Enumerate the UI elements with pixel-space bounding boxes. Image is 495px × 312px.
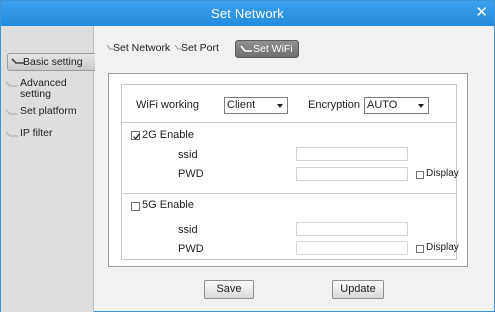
encryption-label: Encryption	[308, 99, 360, 111]
enable-2g-checkbox[interactable]	[131, 131, 140, 140]
tick-icon	[175, 45, 183, 50]
ssid-5g-input[interactable]	[296, 222, 408, 236]
display-5g-checkbox[interactable]	[416, 245, 424, 253]
ssid-5g-label: ssid	[178, 224, 198, 236]
wifi-working-label: WiFi working	[136, 99, 199, 111]
ssid-2g-input[interactable]	[296, 147, 408, 161]
set-network-dialog: Set Network ✕ Basic setting Advanced set…	[0, 0, 495, 312]
chevron-down-icon	[418, 104, 424, 108]
display-5g-label: Display	[426, 242, 459, 253]
pwd-5g-input[interactable]	[296, 241, 408, 255]
display-2g-checkbox[interactable]	[416, 171, 424, 179]
sidebar-item-ip-filter[interactable]: IP filter	[5, 128, 52, 139]
enable-5g-checkbox[interactable]	[131, 202, 140, 211]
check-icon	[133, 133, 140, 140]
display-2g-label: Display	[426, 168, 459, 179]
pencil-icon	[11, 58, 24, 64]
tick-icon	[107, 45, 115, 50]
wifi-working-value: Client	[227, 99, 256, 111]
band-2g-section: 2G Enable ssid PWD Display	[121, 123, 459, 194]
sidebar: Basic setting Advanced setting Set platf…	[1, 26, 95, 312]
title-bar: Set Network ✕	[1, 1, 494, 26]
tab-set-wifi[interactable]: Set WiFi	[235, 40, 299, 58]
window-title: Set Network	[210, 6, 284, 21]
chevron-down-icon	[277, 104, 283, 108]
enable-5g-label: 5G Enable	[142, 199, 194, 211]
tab-set-port[interactable]: Set Port	[175, 40, 219, 58]
band-5g-section: 5G Enable ssid PWD Display	[121, 194, 459, 260]
save-button[interactable]: Save	[204, 280, 254, 299]
pwd-5g-label: PWD	[178, 243, 204, 255]
encryption-value: AUTO	[367, 99, 398, 111]
pencil-icon	[240, 45, 252, 52]
tick-icon	[5, 131, 18, 137]
sidebar-item-basic-setting[interactable]: Basic setting	[7, 53, 95, 71]
tick-icon	[5, 109, 18, 115]
tab-set-network[interactable]: Set Network	[107, 40, 170, 58]
sidebar-item-advanced-setting[interactable]: Advanced setting	[5, 78, 91, 100]
close-icon[interactable]: ✕	[475, 1, 488, 24]
wifi-mode-section: WiFi working Client Encryption AUTO	[121, 84, 457, 123]
tab-label: Set Network	[113, 42, 171, 54]
wifi-settings-panel: WiFi working Client Encryption AUTO 2G E…	[108, 73, 468, 267]
update-button[interactable]: Update	[332, 280, 384, 299]
sidebar-item-set-platform[interactable]: Set platform	[5, 106, 77, 117]
encryption-select[interactable]: AUTO	[364, 97, 429, 114]
pwd-2g-input[interactable]	[296, 167, 408, 181]
enable-2g-label: 2G Enable	[142, 129, 194, 141]
ssid-2g-label: ssid	[178, 149, 198, 161]
tick-icon	[5, 81, 18, 87]
pwd-2g-label: PWD	[178, 168, 204, 180]
wifi-working-select[interactable]: Client	[224, 97, 288, 114]
